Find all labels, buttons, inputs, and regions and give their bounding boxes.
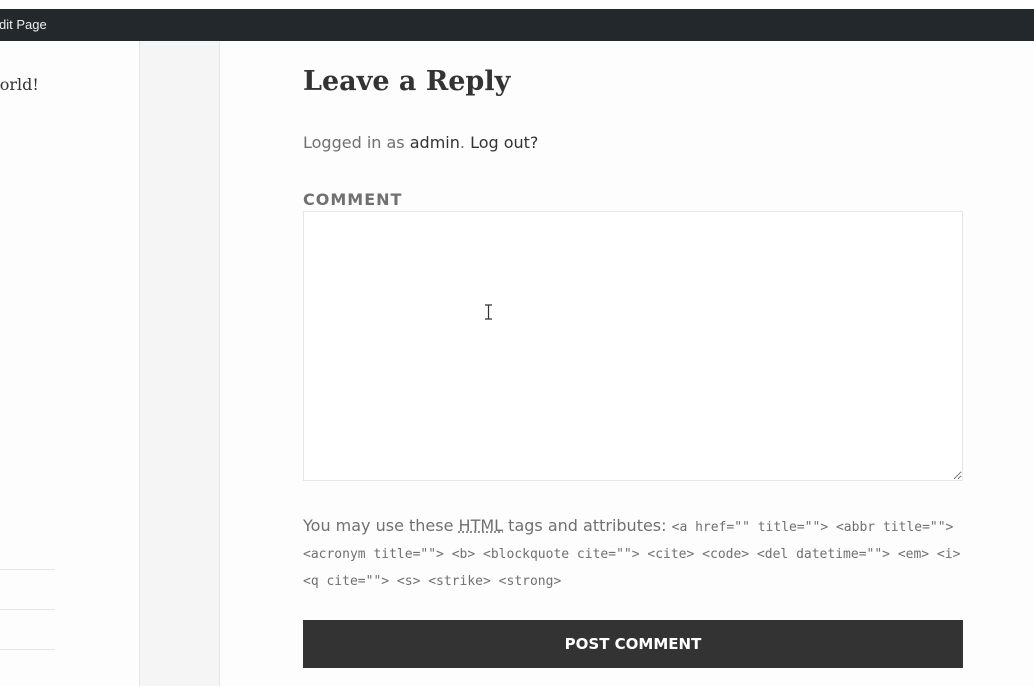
user-profile-link[interactable]: admin [410,133,460,152]
comment-form-area: Leave a Reply Logged in as admin. Log ou… [220,41,1034,686]
allowed-tags-note: You may use these HTML tags and attribut… [303,513,963,594]
logged-in-line: Logged in as admin. Log out? [303,133,538,152]
period: . [459,133,465,152]
html-abbr: HTML [458,516,504,535]
window-top-strip [0,0,1034,9]
sidebar-divider [0,569,55,570]
post-comment-button[interactable]: POST COMMENT [303,620,963,668]
comment-label: COMMENT [303,190,403,209]
reply-title: Leave a Reply [303,66,511,97]
allowed-prefix: You may use these [303,516,454,535]
sidebar-gutter [140,41,220,686]
text-cursor-icon [485,304,492,320]
logout-link[interactable]: Log out? [470,133,538,152]
page: world! Leave a Reply Logged in as admin.… [0,41,1034,686]
edit-page-link[interactable]: dit Page [0,9,47,41]
sidebar-divider [0,649,55,650]
sidebar-post-title[interactable]: world! [0,75,39,94]
admin-bar: dit Page [0,9,1034,41]
logged-in-prefix: Logged in as [303,133,405,152]
sidebar: world! [0,41,140,686]
allowed-suffix: tags and attributes: [508,516,667,535]
sidebar-divider [0,609,55,610]
comment-textarea[interactable] [303,211,963,481]
